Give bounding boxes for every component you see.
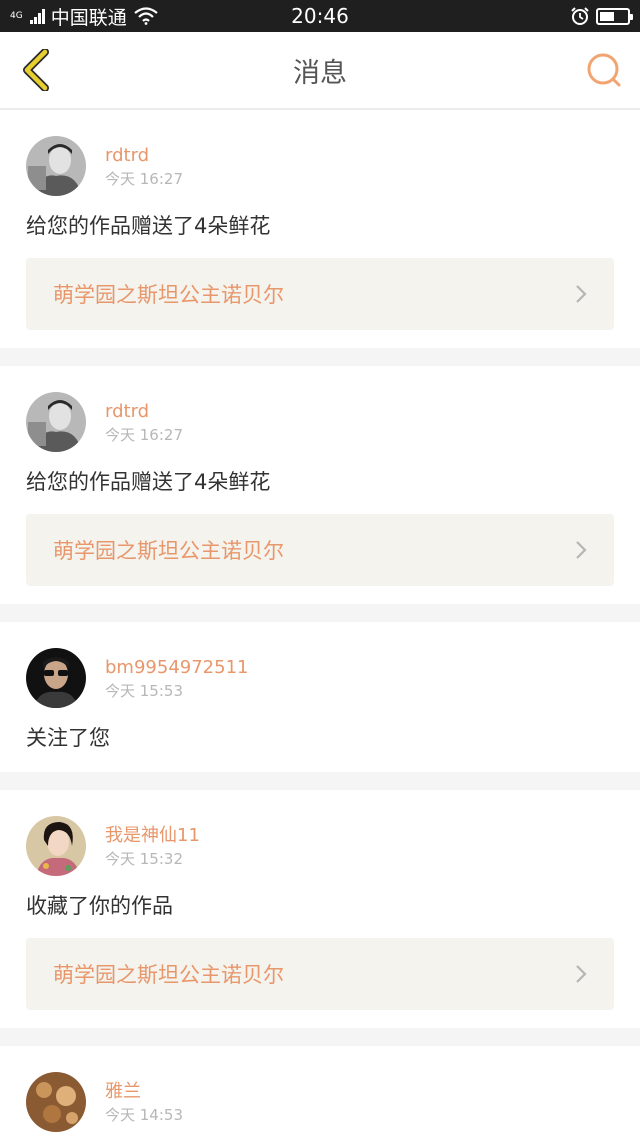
message-card: rdtrd 今天 16:27 给您的作品赠送了4朵鲜花 萌学园之斯坦公主诺贝尔: [0, 366, 640, 604]
avatar[interactable]: [26, 1072, 86, 1132]
header-bar: 消息: [0, 32, 640, 110]
timestamp: 今天 15:32: [105, 849, 183, 868]
avatar[interactable]: [26, 136, 86, 196]
wifi-icon: [134, 7, 158, 25]
message-card: 雅兰 今天 14:53: [0, 1046, 640, 1138]
timestamp: 今天 14:53: [105, 1105, 183, 1124]
work-link[interactable]: 萌学园之斯坦公主诺贝尔: [26, 514, 614, 586]
chevron-right-icon: [576, 965, 587, 983]
status-left: 4G 中国联通: [10, 3, 159, 30]
signal-icon: [29, 8, 45, 24]
username[interactable]: rdtrd: [105, 401, 183, 423]
status-right: [570, 6, 633, 26]
message-text: 关注了您: [26, 726, 110, 750]
back-button[interactable]: [16, 48, 56, 92]
message-meta: 雅兰 今天 14:53: [105, 1081, 183, 1124]
work-link[interactable]: 萌学园之斯坦公主诺贝尔: [26, 258, 614, 330]
avatar[interactable]: [26, 392, 86, 452]
work-title: 萌学园之斯坦公主诺贝尔: [53, 283, 284, 307]
avatar[interactable]: [26, 648, 86, 708]
timestamp: 今天 16:27: [105, 169, 183, 188]
work-link[interactable]: 萌学园之斯坦公主诺贝尔: [26, 938, 614, 1010]
search-icon: [587, 53, 621, 87]
message-meta: rdtrd 今天 16:27: [105, 145, 183, 188]
battery-icon: [596, 7, 633, 25]
search-button[interactable]: [584, 48, 624, 92]
carrier-name: 中国联通: [50, 6, 127, 29]
message-list: rdtrd 今天 16:27 给您的作品赠送了4朵鲜花 萌学园之斯坦公主诺贝尔: [0, 110, 640, 1138]
work-title: 萌学园之斯坦公主诺贝尔: [53, 539, 284, 563]
message-text: 收藏了你的作品: [26, 894, 173, 918]
alarm-icon: [571, 7, 589, 25]
message-header: bm9954972511 今天 15:53: [26, 648, 614, 708]
message-meta: rdtrd 今天 16:27: [105, 401, 183, 444]
username[interactable]: rdtrd: [105, 145, 183, 167]
message-card: bm9954972511 今天 15:53 关注了您: [0, 622, 640, 772]
username[interactable]: 我是神仙11: [105, 825, 200, 847]
message-card: 我是神仙11 今天 15:32 收藏了你的作品 萌学园之斯坦公主诺贝尔: [0, 790, 640, 1028]
message-card: rdtrd 今天 16:27 给您的作品赠送了4朵鲜花 萌学园之斯坦公主诺贝尔: [0, 110, 640, 348]
message-header: rdtrd 今天 16:27: [26, 136, 614, 196]
message-text: 给您的作品赠送了4朵鲜花: [26, 214, 271, 238]
message-meta: bm9954972511 今天 15:53: [105, 657, 248, 700]
message-meta: 我是神仙11 今天 15:32: [105, 825, 200, 868]
message-header: 雅兰 今天 14:53: [26, 1072, 614, 1132]
avatar[interactable]: [26, 816, 86, 876]
timestamp: 今天 16:27: [105, 425, 183, 444]
timestamp: 今天 15:53: [105, 681, 183, 700]
chevron-right-icon: [576, 541, 587, 559]
message-header: rdtrd 今天 16:27: [26, 392, 614, 452]
username[interactable]: bm9954972511: [105, 657, 248, 679]
message-text: 给您的作品赠送了4朵鲜花: [26, 470, 271, 494]
chevron-right-icon: [576, 285, 587, 303]
message-header: 我是神仙11 今天 15:32: [26, 816, 614, 876]
battery-fill: [600, 11, 615, 21]
work-title: 萌学园之斯坦公主诺贝尔: [53, 963, 284, 987]
network-type: 4G: [10, 10, 23, 21]
status-bar: 4G 中国联通 20:46: [0, 0, 640, 32]
page-title: 消息: [293, 57, 347, 89]
chevron-left-icon: [23, 49, 49, 91]
username[interactable]: 雅兰: [105, 1081, 183, 1103]
